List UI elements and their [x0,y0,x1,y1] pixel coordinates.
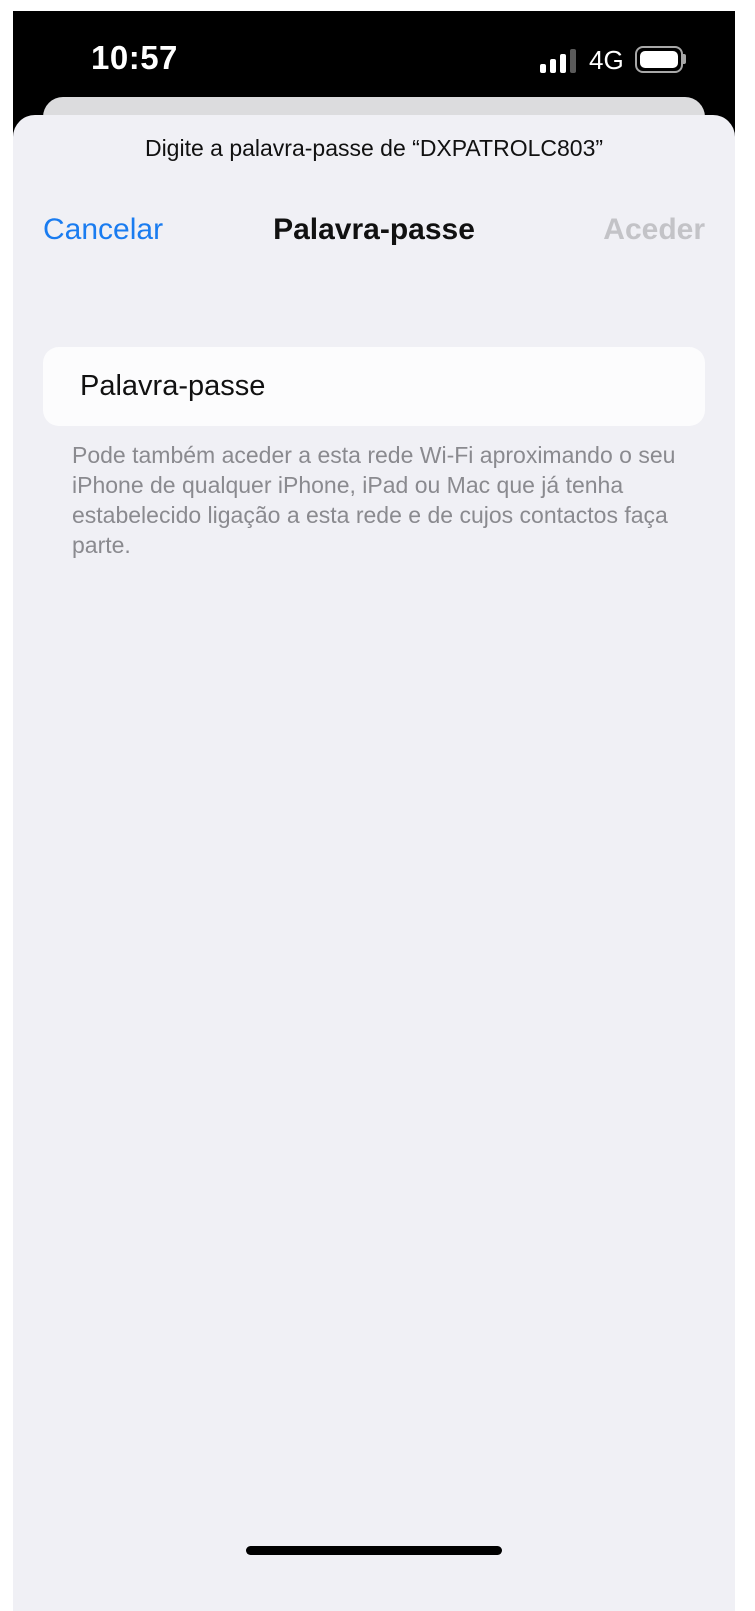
device-screen: 10:57 4G Digite a palavra-passe de “DXPA… [13,11,735,1611]
battery-level-fill [640,51,678,68]
navigation-bar: Cancelar Palavra-passe Aceder [13,205,735,255]
cancel-button[interactable]: Cancelar [43,213,163,247]
status-bar: 10:57 4G [13,11,735,106]
network-password-prompt: Digite a palavra-passe de “DXPATROLC803” [144,135,604,161]
password-sheet: Digite a palavra-passe de “DXPATROLC803”… [13,115,735,1611]
password-field-row[interactable] [43,347,705,426]
home-indicator[interactable] [246,1546,502,1555]
password-sharing-note: Pode também aceder a esta rede Wi-Fi apr… [72,442,676,558]
status-time: 10:57 [91,39,178,76]
network-type-label: 4G [589,45,624,75]
password-input[interactable] [43,347,705,426]
cellular-signal-icon [540,47,580,73]
battery-icon [635,46,686,73]
join-button[interactable]: Aceder [603,213,705,247]
